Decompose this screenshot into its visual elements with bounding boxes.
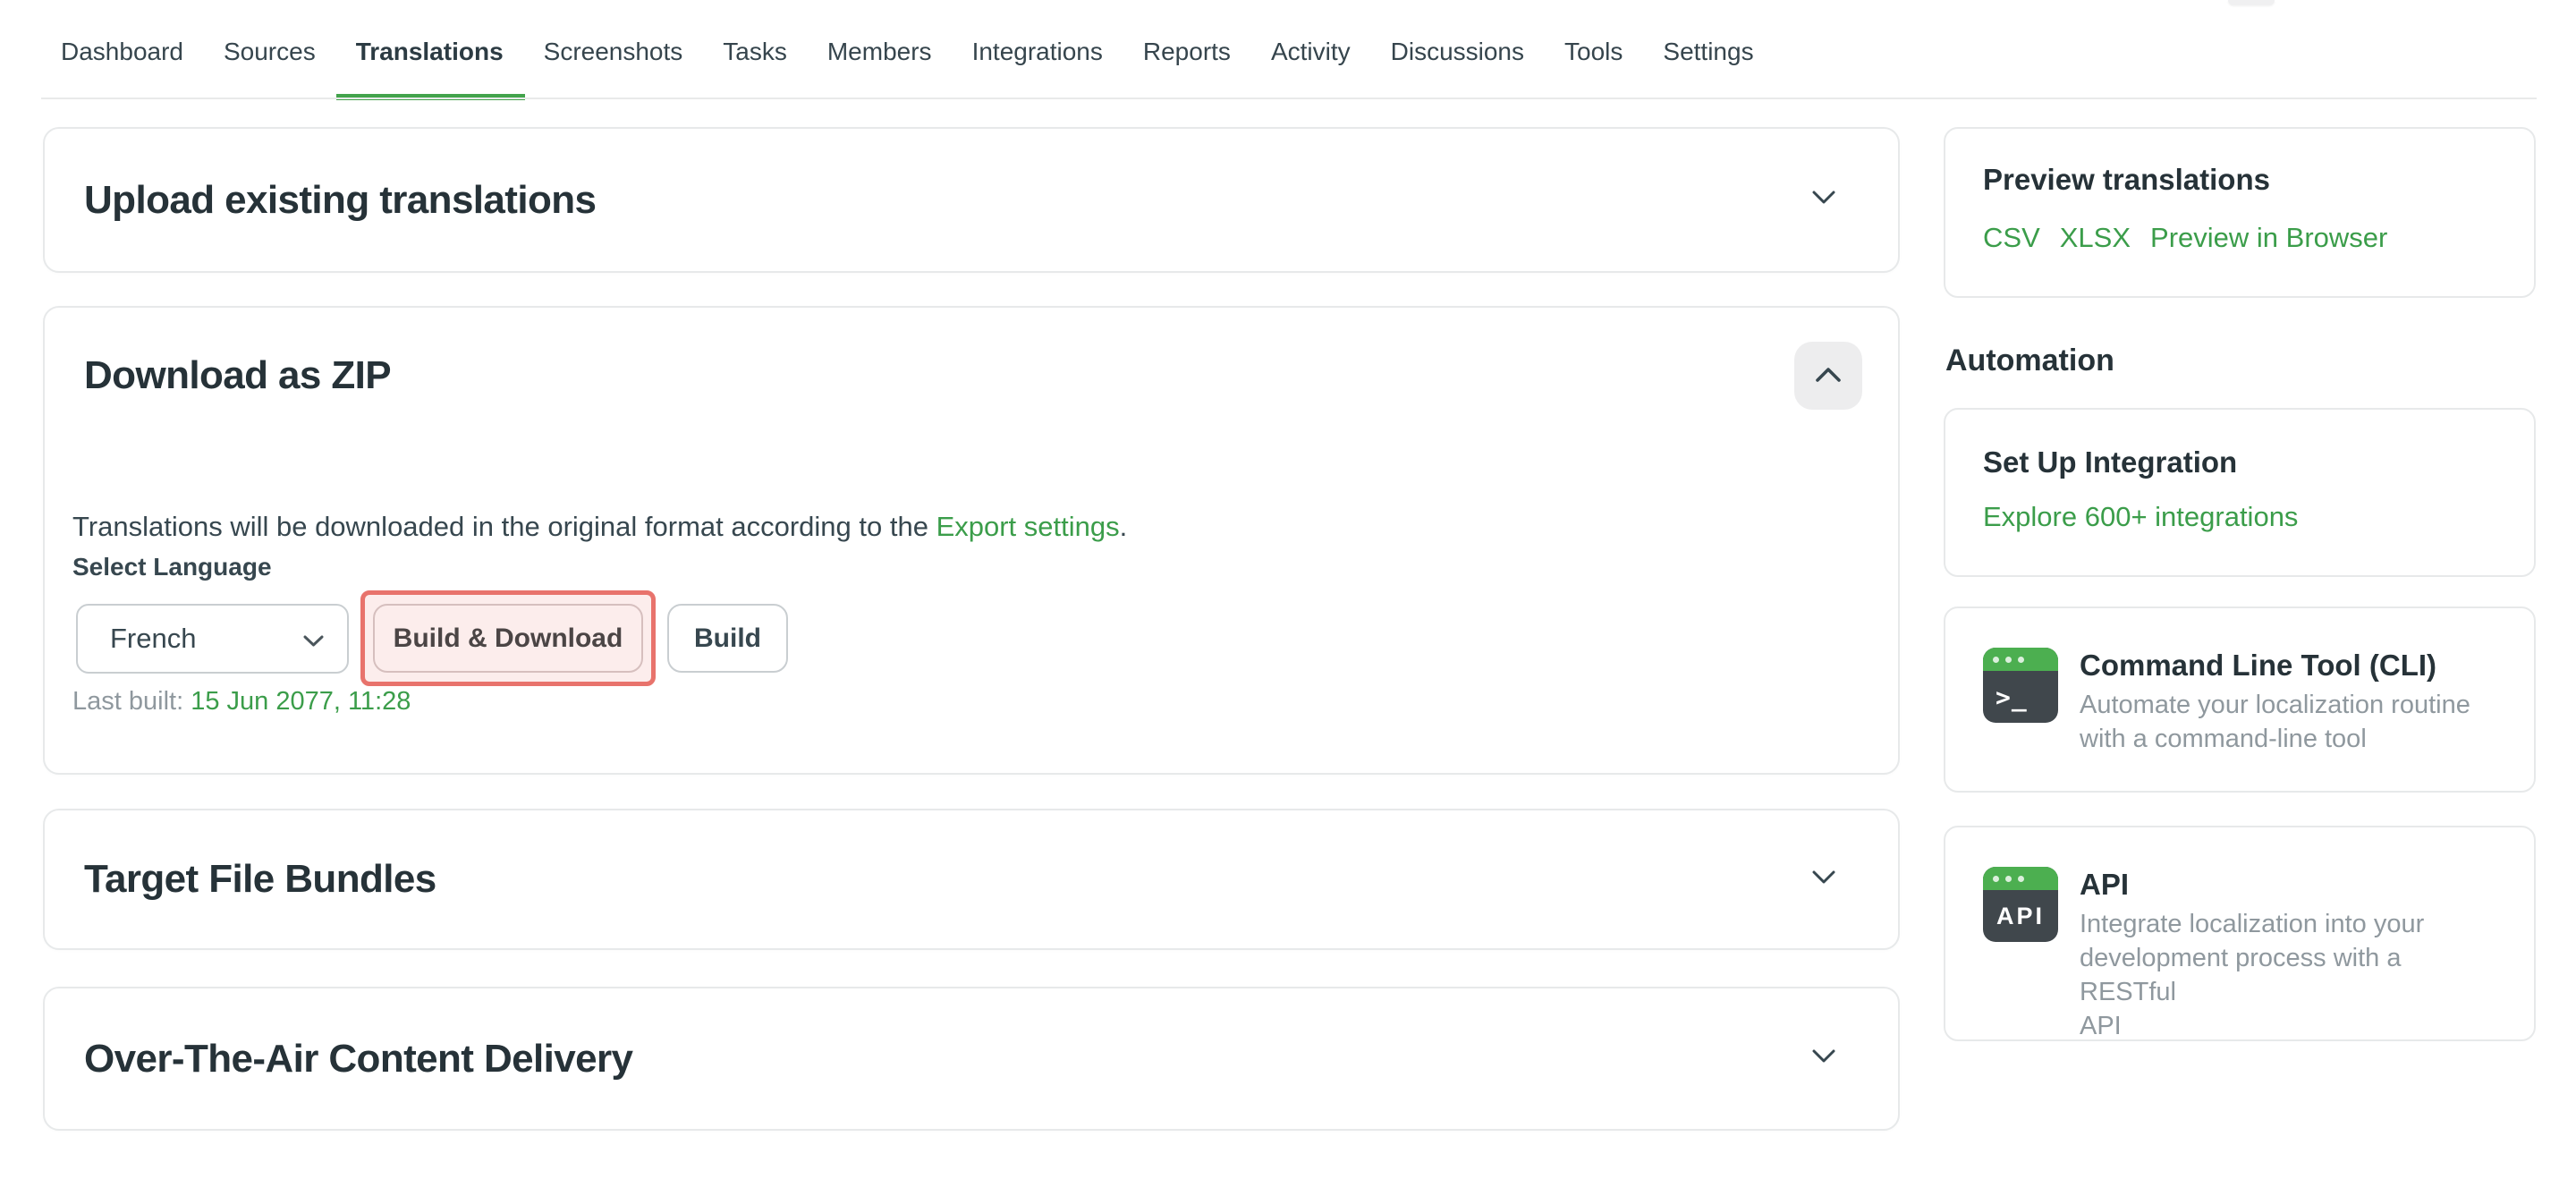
window-dot-icon <box>2005 876 2012 882</box>
download-description: Translations will be downloaded in the o… <box>72 511 1127 543</box>
chevron-down-icon[interactable] <box>1812 1049 1835 1068</box>
terminal-icon: >_ <box>1983 648 2058 723</box>
cli-card-text: Command Line Tool (CLI) Automate your lo… <box>2080 648 2470 751</box>
upload-translations-card[interactable]: Upload existing translations <box>43 127 1900 273</box>
preview-links: CSV XLSX Preview in Browser <box>1983 222 2496 254</box>
nav-tab-sources[interactable]: Sources <box>224 0 316 100</box>
preview-translations-card: Preview translations CSV XLSX Preview in… <box>1944 127 2536 298</box>
nav-tab-screenshots[interactable]: Screenshots <box>544 0 683 100</box>
annotation-highlight-box: Build & Download <box>360 590 656 686</box>
api-description-line: Integrate localization into your <box>2080 907 2496 941</box>
top-nav: Dashboard Sources Translations Screensho… <box>61 0 1754 100</box>
nav-tab-tasks[interactable]: Tasks <box>723 0 787 100</box>
preview-in-browser-link[interactable]: Preview in Browser <box>2150 222 2387 254</box>
chevron-down-icon[interactable] <box>1812 191 1835 209</box>
select-language-label: Select Language <box>72 553 272 581</box>
nav-tab-settings[interactable]: Settings <box>1663 0 1753 100</box>
cli-title: Command Line Tool (CLI) <box>2080 648 2470 683</box>
api-description: Integrate localization into your develop… <box>2080 907 2496 1043</box>
cli-description-line: with a command-line tool <box>2080 722 2470 756</box>
window-dot-icon <box>1993 657 1999 663</box>
automation-heading: Automation <box>1945 344 2536 378</box>
cropped-header-element <box>2228 0 2275 5</box>
chevron-down-icon[interactable] <box>1812 870 1835 889</box>
api-icon: API <box>1983 867 2058 942</box>
build-button[interactable]: Build <box>667 604 788 673</box>
api-icon-glyph: API <box>1983 890 2058 942</box>
description-text: Translations will be downloaded in the o… <box>72 511 936 542</box>
card-title-upload: Upload existing translations <box>84 178 596 223</box>
last-built-value: 15 Jun 2077, 11:28 <box>191 687 411 716</box>
target-file-bundles-card[interactable]: Target File Bundles <box>43 809 1900 950</box>
nav-tab-integrations[interactable]: Integrations <box>972 0 1103 100</box>
nav-tab-reports[interactable]: Reports <box>1143 0 1231 100</box>
card-title-bundles: Target File Bundles <box>84 857 436 902</box>
xlsx-link[interactable]: XLSX <box>2060 222 2131 254</box>
cli-card[interactable]: >_ Command Line Tool (CLI) Automate your… <box>1944 606 2536 793</box>
download-zip-header: Download as ZIP <box>84 342 1862 410</box>
terminal-prompt-glyph: >_ <box>1983 671 2058 723</box>
main-column: Upload existing translations Download as… <box>43 127 1900 1131</box>
cli-description: Automate your localization routine with … <box>2080 688 2470 756</box>
ota-content-delivery-card[interactable]: Over-The-Air Content Delivery <box>43 987 1900 1131</box>
window-dot-icon <box>2005 657 2012 663</box>
api-icon-titlebar <box>1983 867 2058 890</box>
window-dot-icon <box>2018 876 2024 882</box>
collapse-section-button[interactable] <box>1794 342 1862 410</box>
last-built-status: Last built: 15 Jun 2077, 11:28 <box>72 687 411 717</box>
api-description-line: API <box>2080 1009 2496 1043</box>
nav-tab-discussions[interactable]: Discussions <box>1391 0 1524 100</box>
language-select[interactable]: French <box>76 604 349 674</box>
nav-divider <box>41 98 2537 99</box>
window-dot-icon <box>2018 657 2024 663</box>
translations-page: Dashboard Sources Translations Screensho… <box>0 0 2576 1179</box>
sidebar: Preview translations CSV XLSX Preview in… <box>1944 127 2536 1041</box>
last-built-label: Last built: <box>72 687 183 716</box>
setup-integration-title: Set Up Integration <box>1983 445 2496 479</box>
download-zip-card: Download as ZIP Translations will be dow… <box>43 306 1900 775</box>
nav-tab-members[interactable]: Members <box>827 0 932 100</box>
cli-description-line: Automate your localization routine <box>2080 688 2470 722</box>
api-description-line: development process with a RESTful <box>2080 941 2496 1009</box>
nav-tab-activity[interactable]: Activity <box>1271 0 1351 100</box>
csv-link[interactable]: CSV <box>1983 222 2040 254</box>
card-title-download-zip: Download as ZIP <box>84 353 391 398</box>
api-title: API <box>2080 867 2496 903</box>
description-period: . <box>1120 511 1128 542</box>
chevron-down-icon <box>303 623 324 655</box>
build-and-download-button[interactable]: Build & Download <box>373 604 643 673</box>
chevron-up-icon <box>1815 367 1842 386</box>
preview-translations-title: Preview translations <box>1983 163 2496 197</box>
nav-tab-tools[interactable]: Tools <box>1564 0 1623 100</box>
language-select-value: French <box>110 623 196 655</box>
export-settings-link[interactable]: Export settings <box>936 511 1120 542</box>
nav-tab-dashboard[interactable]: Dashboard <box>61 0 183 100</box>
nav-tab-translations[interactable]: Translations <box>356 0 504 100</box>
setup-integration-card: Set Up Integration Explore 600+ integrat… <box>1944 408 2536 577</box>
api-card[interactable]: API API Integrate localization into your… <box>1944 826 2536 1041</box>
card-title-ota: Over-The-Air Content Delivery <box>84 1037 632 1081</box>
api-card-text: API Integrate localization into your dev… <box>2080 867 2496 1000</box>
explore-integrations-link[interactable]: Explore 600+ integrations <box>1983 501 2298 533</box>
window-dot-icon <box>1993 876 1999 882</box>
terminal-icon-titlebar <box>1983 648 2058 671</box>
